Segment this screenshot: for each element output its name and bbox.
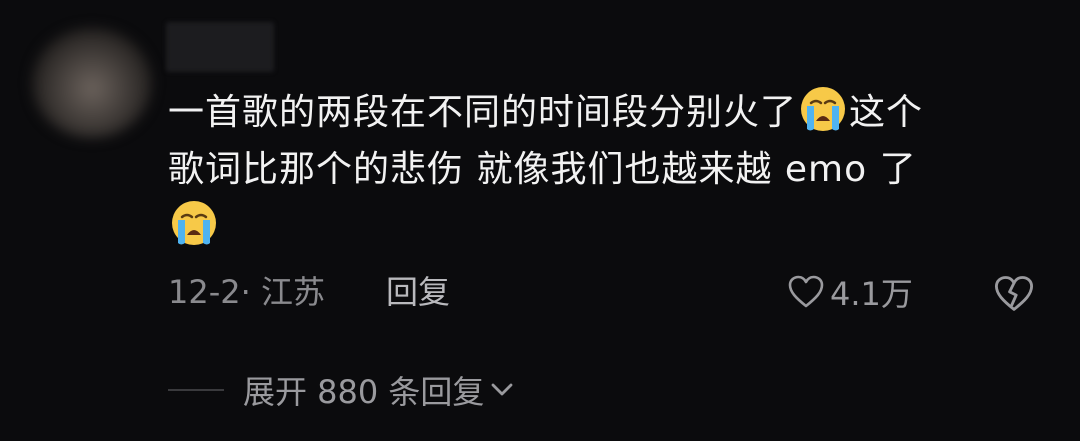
heart-icon xyxy=(788,275,824,308)
replies-divider xyxy=(168,389,224,391)
comment-date-location: 12-2· 江苏 xyxy=(168,273,325,311)
dislike-broken-heart-icon[interactable] xyxy=(992,272,1036,316)
avatar[interactable] xyxy=(32,28,152,138)
like-button[interactable]: 4.1万 xyxy=(786,270,913,314)
crying-emoji-icon xyxy=(801,87,846,131)
comment-text-line1: 一首歌的两段在不同的时间段分别火了 xyxy=(168,92,798,133)
like-count: 4.1万 xyxy=(830,275,913,313)
expand-replies-label: 展开 880 条回复 xyxy=(243,373,485,411)
reply-button[interactable]: 回复 xyxy=(386,270,450,314)
username-redacted[interactable] xyxy=(166,22,274,72)
comment-card: 一首歌的两段在不同的时间段分别火了 这个 歌词比那个的悲伤 就像我们也越来越 e… xyxy=(0,0,1080,441)
crying-emoji-icon xyxy=(172,201,216,245)
expand-replies-button[interactable]: 展开 880 条回复 xyxy=(243,368,516,412)
chevron-down-icon xyxy=(492,383,513,396)
comment-text-line1-tail: 这个 xyxy=(849,92,924,133)
comment-text-line2: 歌词比那个的悲伤 就像我们也越来越 emo 了 xyxy=(168,149,917,190)
comment-body: 一首歌的两段在不同的时间段分别火了 这个 歌词比那个的悲伤 就像我们也越来越 e… xyxy=(168,84,1048,255)
